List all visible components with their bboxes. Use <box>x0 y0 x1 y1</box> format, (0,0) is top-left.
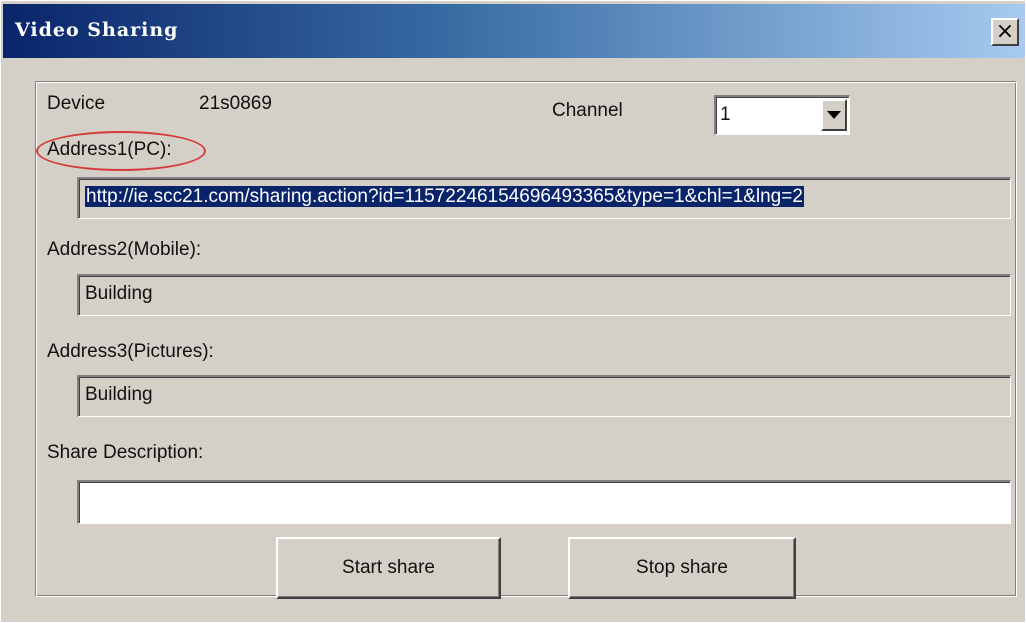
share-description-input[interactable] <box>77 480 1011 524</box>
address1-url: http://ie.scc21.com/sharing.action?id=11… <box>85 186 804 207</box>
address1-label: Address1(PC): <box>47 139 172 160</box>
address2-label: Address2(Mobile): <box>47 239 202 260</box>
stop-share-label: Stop share <box>636 557 728 578</box>
title-bar[interactable]: Video Sharing × <box>3 4 1025 58</box>
stop-share-button[interactable]: Stop share <box>568 537 796 599</box>
address2-value: Building <box>85 283 153 304</box>
chevron-down-icon <box>827 111 841 119</box>
start-share-label: Start share <box>342 557 435 578</box>
close-button[interactable]: × <box>991 18 1019 46</box>
video-sharing-dialog: Video Sharing × Device 21s0869 Channel 1… <box>0 0 1026 623</box>
address1-field[interactable]: http://ie.scc21.com/sharing.action?id=11… <box>77 177 1011 219</box>
close-icon: × <box>995 19 1015 44</box>
device-label: Device <box>47 93 106 114</box>
share-description-label: Share Description: <box>47 442 204 463</box>
device-value: 21s0869 <box>199 93 272 114</box>
address3-label: Address3(Pictures): <box>47 341 214 362</box>
window-title: Video Sharing <box>15 19 179 41</box>
address2-field[interactable]: Building <box>77 274 1011 316</box>
start-share-button[interactable]: Start share <box>276 537 501 599</box>
channel-select-value: 1 <box>720 104 731 125</box>
address3-field[interactable]: Building <box>77 375 1011 417</box>
channel-dropdown-button[interactable] <box>821 99 847 131</box>
address3-value: Building <box>85 384 153 405</box>
channel-label: Channel <box>552 100 623 121</box>
channel-select[interactable]: 1 <box>714 95 850 135</box>
